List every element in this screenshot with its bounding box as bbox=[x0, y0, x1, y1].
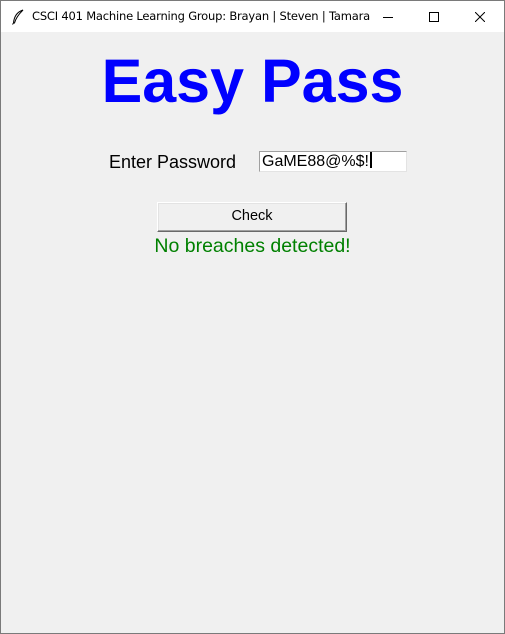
minimize-button[interactable] bbox=[365, 1, 411, 32]
feather-icon bbox=[11, 9, 25, 25]
check-button[interactable]: Check bbox=[157, 202, 347, 232]
status-message: No breaches detected! bbox=[154, 235, 351, 257]
password-input[interactable]: GaME88@%$! bbox=[259, 151, 407, 172]
maximize-button[interactable] bbox=[411, 1, 457, 32]
password-value: GaME88@%$! bbox=[262, 153, 369, 170]
maximize-icon bbox=[429, 7, 439, 26]
password-label: Enter Password bbox=[109, 152, 237, 172]
window-title: CSCI 401 Machine Learning Group: Brayan … bbox=[32, 9, 370, 23]
close-icon bbox=[474, 7, 486, 26]
app-title: Easy Pass bbox=[101, 47, 404, 115]
minimize-icon bbox=[383, 7, 393, 26]
title-bar[interactable]: CSCI 401 Machine Learning Group: Brayan … bbox=[1, 1, 504, 32]
close-button[interactable] bbox=[457, 1, 503, 32]
text-caret bbox=[369, 152, 372, 168]
app-window: CSCI 401 Machine Learning Group: Brayan … bbox=[0, 0, 505, 634]
app-body: Easy Pass Enter Password GaME88@%$! Chec… bbox=[1, 32, 504, 633]
